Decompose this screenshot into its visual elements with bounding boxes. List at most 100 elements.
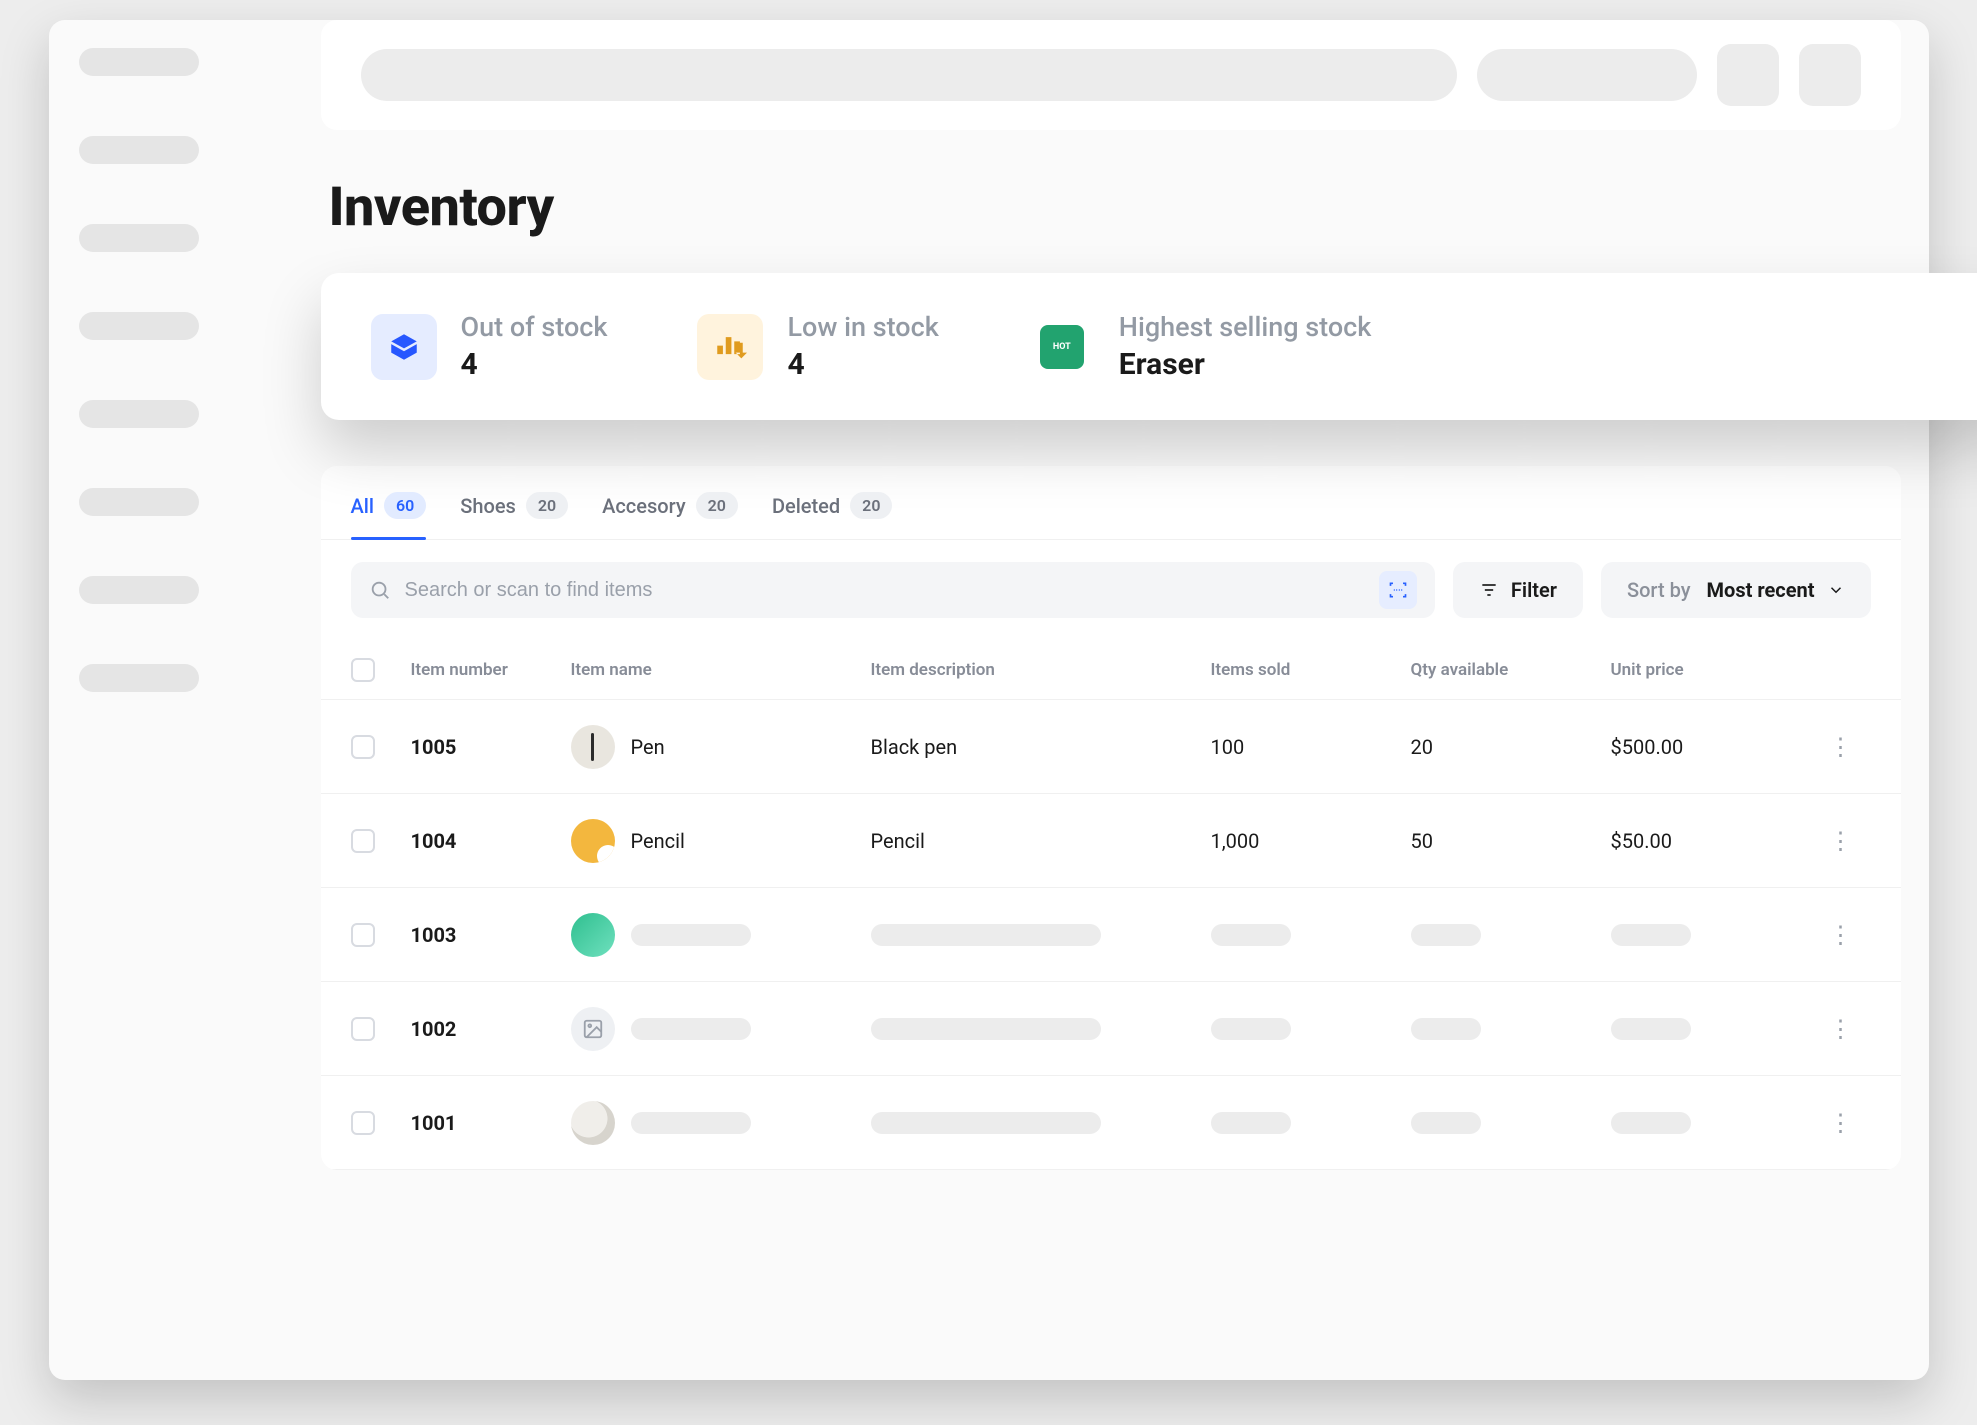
stat-out-of-stock: Out of stock 4 (371, 311, 608, 382)
filter-icon (1479, 580, 1499, 600)
stat-label: Out of stock (461, 311, 608, 343)
cell-qty-available: 20 (1411, 735, 1611, 759)
row-more-button[interactable]: ⋮ (1811, 827, 1871, 855)
table-row[interactable]: 1005PenBlack pen10020$500.00⋮ (321, 700, 1901, 794)
stat-low-in-stock: Low in stock 4 (697, 311, 938, 382)
topbar-icon-placeholder[interactable] (1799, 44, 1861, 106)
sidebar-item-placeholder[interactable] (79, 312, 199, 340)
row-more-button[interactable]: ⋮ (1811, 921, 1871, 949)
topbar-action-placeholder[interactable] (1477, 49, 1697, 101)
cell-item-number: 1003 (411, 923, 571, 947)
placeholder-bar (871, 1112, 1101, 1134)
search-box[interactable] (351, 562, 1435, 618)
col-item-description: Item description (871, 660, 1211, 680)
chart-down-icon (697, 314, 763, 380)
table-row[interactable]: 1003 ⋮ (321, 888, 1901, 982)
box-icon (371, 314, 437, 380)
tab-all[interactable]: All 60 (351, 492, 427, 539)
table-header: Item number Item name Item description I… (321, 640, 1901, 700)
row-checkbox[interactable] (351, 735, 375, 759)
topbar-search-placeholder[interactable] (361, 49, 1457, 101)
cell-unit-price (1611, 1112, 1811, 1134)
row-more-button[interactable]: ⋮ (1811, 1015, 1871, 1043)
table-toolbar: Filter Sort by Most recent (321, 540, 1901, 640)
tab-shoes[interactable]: Shoes 20 (460, 492, 568, 539)
row-more-button[interactable]: ⋮ (1811, 733, 1871, 761)
stat-label: Low in stock (787, 311, 938, 343)
table-row[interactable]: 1002 ⋮ (321, 982, 1901, 1076)
row-checkbox[interactable] (351, 1111, 375, 1135)
tab-label: All (351, 494, 374, 518)
cell-item-description: Pencil (871, 829, 1211, 853)
placeholder-bar (1411, 1112, 1481, 1134)
table-row[interactable]: 1004PencilPencil1,00050$50.00⋮ (321, 794, 1901, 888)
topbar-icon-placeholder[interactable] (1717, 44, 1779, 106)
chevron-down-icon (1827, 581, 1845, 599)
sidebar-item-placeholder[interactable] (79, 400, 199, 428)
tab-count: 20 (526, 492, 568, 519)
placeholder-bar (1211, 1018, 1291, 1040)
sidebar (49, 20, 293, 1380)
cell-item-name: Pencil (571, 819, 871, 863)
tab-count: 20 (850, 492, 892, 519)
item-name-text: Pen (631, 735, 665, 759)
row-more-button[interactable]: ⋮ (1811, 1109, 1871, 1137)
page-title: Inventory (329, 176, 1901, 239)
sidebar-item-placeholder[interactable] (79, 576, 199, 604)
item-thumbnail (571, 1007, 615, 1051)
sidebar-item-placeholder[interactable] (79, 48, 199, 76)
stat-highest-selling: HOT Highest selling stock Eraser (1029, 311, 1372, 382)
stat-value: Eraser (1119, 347, 1372, 382)
search-icon (369, 579, 391, 601)
cell-qty-available: 50 (1411, 829, 1611, 853)
row-checkbox[interactable] (351, 829, 375, 853)
placeholder-bar (631, 1112, 751, 1134)
cell-item-name (571, 913, 871, 957)
cell-item-description (871, 1018, 1211, 1040)
cell-item-number: 1001 (411, 1111, 571, 1135)
row-checkbox[interactable] (351, 923, 375, 947)
stat-label: Highest selling stock (1119, 311, 1372, 343)
sidebar-item-placeholder[interactable] (79, 664, 199, 692)
topbar (321, 20, 1901, 130)
placeholder-bar (1411, 924, 1481, 946)
sidebar-item-placeholder[interactable] (79, 224, 199, 252)
col-qty-available: Qty available (1411, 660, 1611, 680)
cell-item-description: Black pen (871, 735, 1211, 759)
cell-item-number: 1004 (411, 829, 571, 853)
item-name-text: Pencil (631, 829, 685, 853)
cell-unit-price: $500.00 (1611, 735, 1811, 759)
sidebar-item-placeholder[interactable] (79, 488, 199, 516)
col-item-number: Item number (411, 660, 571, 680)
cell-items-sold (1211, 924, 1411, 946)
placeholder-bar (1611, 1112, 1691, 1134)
scan-barcode-button[interactable] (1379, 571, 1417, 609)
placeholder-bar (631, 1018, 751, 1040)
stat-value: 4 (787, 347, 938, 382)
tab-deleted[interactable]: Deleted20 (772, 492, 893, 539)
col-item-name: Item name (571, 660, 871, 680)
tab-label: Shoes (460, 494, 516, 518)
inventory-table-card: All 60 Shoes 20 Accesory20 Deleted20 Filter S… (321, 466, 1901, 1170)
cell-unit-price (1611, 1018, 1811, 1040)
sort-button[interactable]: Sort by Most recent (1601, 562, 1871, 618)
placeholder-bar (1611, 1018, 1691, 1040)
cell-qty-available (1411, 1018, 1611, 1040)
cell-item-name: Pen (571, 725, 871, 769)
cell-items-sold (1211, 1018, 1411, 1040)
placeholder-bar (1211, 1112, 1291, 1134)
row-checkbox[interactable] (351, 1017, 375, 1041)
item-thumbnail (571, 725, 615, 769)
cell-items-sold (1211, 1112, 1411, 1134)
cell-items-sold: 100 (1211, 735, 1411, 759)
search-input[interactable] (405, 579, 1365, 602)
item-thumbnail (571, 1101, 615, 1145)
table-row[interactable]: 1001 ⋮ (321, 1076, 1901, 1170)
select-all-checkbox[interactable] (351, 658, 375, 682)
sidebar-item-placeholder[interactable] (79, 136, 199, 164)
tab-count: 60 (384, 492, 426, 519)
tab-accesory[interactable]: Accesory20 (602, 492, 738, 539)
placeholder-bar (1211, 924, 1291, 946)
cell-item-number: 1002 (411, 1017, 571, 1041)
filter-button[interactable]: Filter (1453, 562, 1583, 618)
